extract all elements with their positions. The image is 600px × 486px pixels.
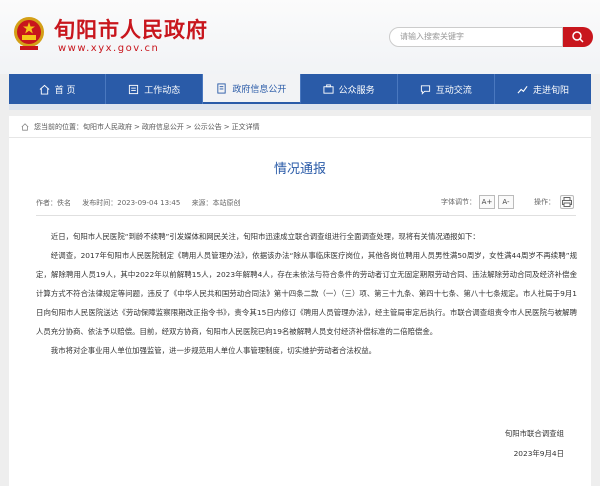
- site-url: www.xyx.gov.cn: [58, 43, 160, 54]
- breadcrumb-item: 正文详情: [231, 122, 260, 131]
- breadcrumb-prefix: 您当前的位置：: [34, 122, 83, 131]
- signature-date: 2023年9月4日: [513, 449, 564, 458]
- breadcrumb-separator: >: [134, 122, 140, 131]
- home-icon: [39, 84, 50, 95]
- nav-item-about-xunyang[interactable]: 走进旬阳: [495, 74, 591, 104]
- document-icon: [217, 82, 227, 94]
- font-size-label: 字体调节：: [441, 198, 476, 206]
- nav-item-work-news[interactable]: 工作动态: [106, 74, 204, 104]
- nav-item-home[interactable]: 首 页: [9, 74, 107, 104]
- article-body: 近日，旬阳市人民医院“到龄不续聘”引发媒体和网民关注，旬阳市迅速成立联合调查组进…: [36, 227, 577, 360]
- national-emblem-icon: [14, 17, 44, 50]
- chat-icon: [420, 84, 430, 95]
- article-paragraph: 经调查，2017年旬阳市人民医院制定《聘用人员管理办法》，依据该办法“除从事临床…: [36, 251, 577, 336]
- nav-item-label: 政府信息公开: [232, 84, 287, 95]
- nav-item-label: 首 页: [54, 85, 76, 96]
- article-author: 作者：佚名: [36, 199, 71, 207]
- print-icon: [562, 197, 572, 207]
- nav-item-interaction[interactable]: 互动交流: [398, 74, 495, 104]
- news-icon: [129, 84, 139, 94]
- breadcrumb: 您当前的位置： 旬阳市人民政府 > 政府信息公开 > 公示公告 > 正文详情: [9, 116, 591, 138]
- signature-org: 旬阳市联合调查组: [504, 429, 564, 438]
- nav-item-gov-info[interactable]: 政府信息公开: [203, 74, 301, 104]
- article-title: 情况通报: [273, 162, 326, 177]
- article-container: 情况通报 作者：佚名 发布时间：2023-09-04 13:45 来源：本站原创…: [9, 138, 591, 486]
- search-icon: [572, 31, 584, 43]
- article-meta: 作者：佚名 发布时间：2023-09-04 13:45 来源：本站原创: [36, 198, 250, 208]
- article-paragraph: 我市将对企事业用人单位加强监管，进一步规范用人单位人事管理制度，切实维护劳动者合…: [50, 346, 376, 355]
- main-nav: 首 页 工作动态 政府信息公开 公众服务 互动交流 走进旬阳: [9, 74, 591, 104]
- article-tools: 字体调节： A+ A- 操作：: [441, 195, 574, 209]
- site-title[interactable]: 旬阳市人民政府: [54, 14, 208, 44]
- font-decrease-button[interactable]: A-: [498, 195, 514, 209]
- breadcrumb-item[interactable]: 政府信息公开: [142, 122, 184, 132]
- font-increase-button[interactable]: A+: [479, 195, 495, 209]
- breadcrumb-item[interactable]: 公示公告: [194, 122, 222, 132]
- article-date: 发布时间：2023-09-04 13:45: [82, 199, 181, 207]
- nav-item-label: 走进旬阳: [532, 85, 569, 96]
- site-header: 旬阳市人民政府 www.xyx.gov.cn 请输入搜索关键字: [0, 0, 600, 74]
- trend-icon: [517, 85, 528, 94]
- search-input[interactable]: 请输入搜索关键字: [389, 27, 563, 47]
- divider: [36, 215, 576, 216]
- nav-item-label: 工作动态: [144, 85, 181, 96]
- operation-label: 操作：: [534, 198, 555, 206]
- breadcrumb-separator: >: [185, 122, 192, 131]
- print-button[interactable]: [560, 195, 574, 209]
- service-icon: [323, 83, 334, 94]
- article-paragraph: 近日，旬阳市人民医院“到龄不续聘”引发媒体和网民关注，旬阳市迅速成立联合调查组进…: [50, 232, 480, 241]
- nav-item-label: 互动交流: [435, 85, 472, 96]
- breadcrumb-separator: >: [223, 122, 230, 131]
- nav-item-label: 公众服务: [338, 85, 375, 96]
- nav-item-public-service[interactable]: 公众服务: [301, 74, 398, 104]
- article-source: 来源：本站原创: [191, 199, 241, 207]
- home-icon: [21, 122, 29, 131]
- search-button[interactable]: [563, 27, 593, 47]
- nav-sub-bar: [9, 104, 591, 110]
- breadcrumb-item[interactable]: 旬阳市人民政府: [83, 122, 132, 132]
